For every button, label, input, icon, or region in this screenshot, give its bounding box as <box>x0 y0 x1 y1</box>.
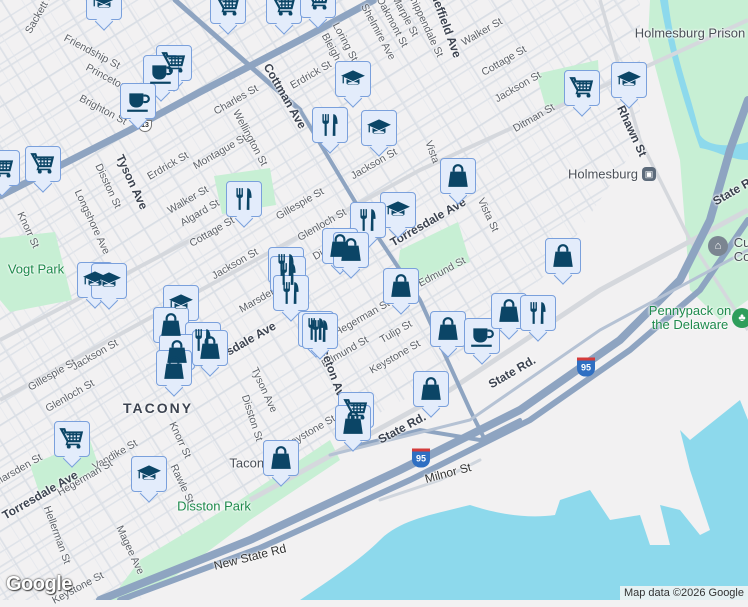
map-marker-shopping[interactable] <box>413 371 449 407</box>
train-station-icon[interactable]: ▣ <box>642 167 656 181</box>
map-marker-restaurant[interactable] <box>520 295 556 331</box>
map-marker-shopping[interactable] <box>333 232 369 268</box>
map-marker-grocery[interactable] <box>25 146 61 182</box>
place-label: Cu Co <box>733 235 748 264</box>
grocery-cart-icon <box>305 0 331 13</box>
map-marker-cafe[interactable] <box>464 318 500 354</box>
map-marker-shopping[interactable] <box>335 405 371 441</box>
map-marker-school[interactable] <box>380 192 416 228</box>
graduation-cap-icon <box>96 268 122 294</box>
coffee-cup-icon <box>148 60 174 86</box>
grocery-cart-icon <box>59 426 85 452</box>
grocery-cart-icon <box>0 155 15 181</box>
map-marker-shopping[interactable] <box>153 307 189 343</box>
map-marker-school[interactable] <box>611 62 647 98</box>
grocery-cart-icon <box>30 151 56 177</box>
station-label: Holmesburg <box>567 166 639 182</box>
map-marker-grocery[interactable] <box>54 421 90 457</box>
fork-knife-icon <box>355 207 381 233</box>
shopping-bag-icon <box>496 298 522 324</box>
interstate-95-shield: 95 <box>412 448 430 468</box>
shopping-bag-icon <box>435 316 461 342</box>
map-marker-shopping[interactable] <box>545 238 581 274</box>
interstate-95-shield: 95 <box>577 357 595 377</box>
graduation-cap-icon <box>385 197 411 223</box>
shopping-bag-icon <box>388 273 414 299</box>
map-marker-school[interactable] <box>335 61 371 97</box>
shopping-bag-icon <box>338 237 364 263</box>
map-marker-school[interactable] <box>361 110 397 146</box>
shopping-bag-icon <box>340 410 366 436</box>
fork-knife-icon <box>231 186 257 212</box>
map-marker-cafe[interactable] <box>120 83 156 119</box>
fork-knife-icon <box>317 112 343 138</box>
shopping-bag-icon <box>418 376 444 402</box>
map-marker-restaurant[interactable] <box>312 107 348 143</box>
graduation-cap-icon <box>340 66 366 92</box>
museum-icon[interactable]: ⌂ <box>708 236 728 256</box>
graduation-cap-icon <box>366 115 392 141</box>
park-label: Pennypack on the Delaware <box>648 303 732 332</box>
graduation-cap-icon <box>136 461 162 487</box>
map-marker-restaurant[interactable] <box>273 275 309 311</box>
grocery-cart-icon <box>271 0 297 19</box>
fork-knife-icon <box>307 318 333 344</box>
map-marker-grocery[interactable] <box>564 70 600 106</box>
map-marker-grocery[interactable] <box>300 0 336 18</box>
shopping-bag-icon <box>161 355 187 381</box>
map-marker-shopping[interactable] <box>491 293 527 329</box>
grocery-cart-icon <box>215 0 241 19</box>
map-marker-restaurant[interactable] <box>226 181 262 217</box>
park-label: Vogt Park <box>7 261 65 277</box>
map-marker-shopping[interactable] <box>440 158 476 194</box>
shopping-bag-icon <box>197 335 223 361</box>
map-marker-grocery[interactable] <box>0 150 20 186</box>
map-marker-shopping[interactable] <box>383 268 419 304</box>
map-marker-school[interactable] <box>86 0 122 20</box>
google-logo: Google <box>6 573 72 595</box>
shopping-bag-icon <box>158 312 184 338</box>
coffee-cup-icon <box>469 323 495 349</box>
shopping-bag-icon <box>268 445 294 471</box>
map-marker-school[interactable] <box>131 456 167 492</box>
fork-knife-icon <box>525 300 551 326</box>
map-marker-restaurant[interactable] <box>350 202 386 238</box>
grocery-cart-icon <box>569 75 595 101</box>
map-marker-restaurant[interactable] <box>302 313 338 349</box>
neighborhood-label: TACONY <box>122 400 194 416</box>
map-marker-shopping[interactable] <box>156 350 192 386</box>
map-marker-shopping[interactable] <box>430 311 466 347</box>
map-marker-shopping[interactable] <box>192 330 228 366</box>
map-marker-grocery[interactable] <box>266 0 302 24</box>
graduation-cap-icon <box>616 67 642 93</box>
map-marker-grocery[interactable] <box>210 0 246 24</box>
shopping-bag-icon <box>550 243 576 269</box>
map-marker-shopping[interactable] <box>263 440 299 476</box>
map-marker-cafe[interactable] <box>143 55 179 91</box>
graduation-cap-icon <box>91 0 117 15</box>
map-attribution[interactable]: Map data ©2026 Google <box>619 586 748 600</box>
place-label: Holmesburg Prison <box>634 25 746 41</box>
map-marker-school[interactable] <box>91 263 127 299</box>
park-icon[interactable]: ♣ <box>732 308 748 328</box>
fork-knife-icon <box>278 280 304 306</box>
shopping-bag-icon <box>445 163 471 189</box>
coffee-cup-icon <box>125 88 151 114</box>
